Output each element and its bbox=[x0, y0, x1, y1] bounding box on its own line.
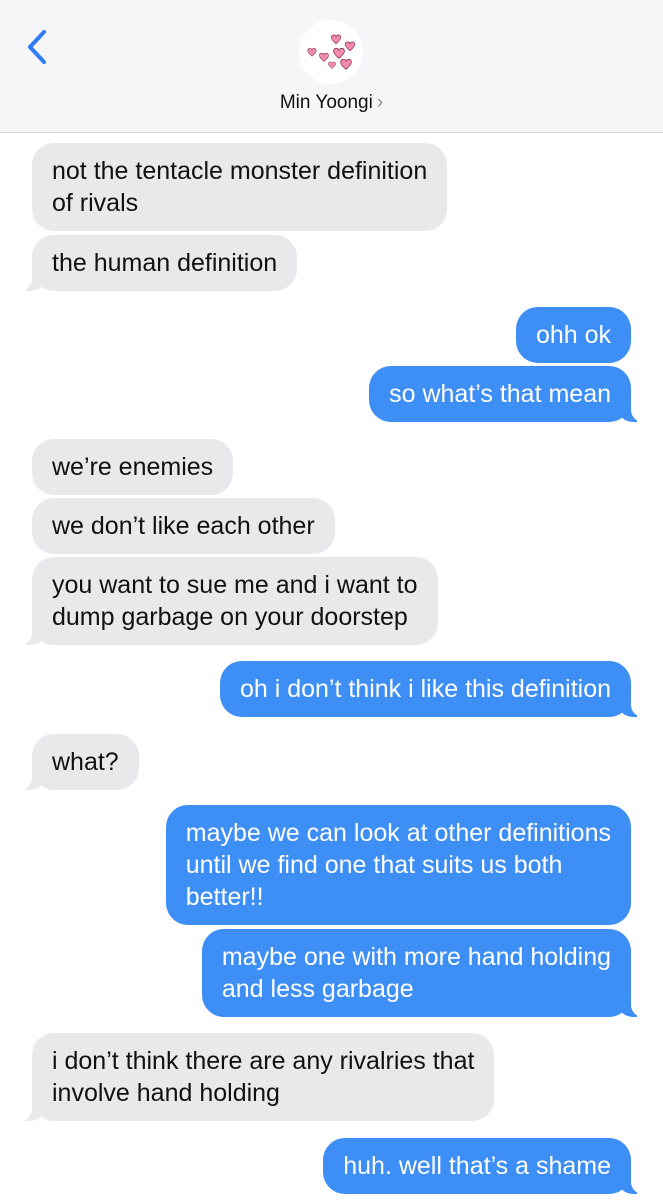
pink-hearts-icon bbox=[307, 34, 356, 70]
message-text: oh i don’t think i like this definition bbox=[239, 675, 611, 703]
message-text: huh. well that’s a shame bbox=[343, 1152, 611, 1180]
message-bubble-received: the human definition bbox=[17, 235, 298, 291]
message-bubble-received: we’re enemies bbox=[32, 439, 234, 495]
message-bubble-sent: so what’s that mean bbox=[369, 366, 645, 422]
chevron-left-icon bbox=[28, 30, 46, 64]
message-bubble-received: not the tentacle monster definition of r… bbox=[32, 143, 448, 231]
message-text: you want to sue me and i want to dump ga… bbox=[52, 571, 418, 631]
message-text: ohh ok bbox=[535, 321, 611, 349]
message-text: maybe we can look at other definitions u… bbox=[185, 819, 611, 911]
message-text: i don’t think there are any rivalries th… bbox=[52, 1047, 475, 1107]
message-text: we’re enemies bbox=[52, 453, 214, 481]
message-bubble-received: we don’t like each other bbox=[32, 498, 335, 554]
message-text: not the tentacle monster definition of r… bbox=[52, 157, 428, 217]
message-bubble-received: i don’t think there are any rivalries th… bbox=[17, 1033, 495, 1121]
message-text: so what’s that mean bbox=[389, 380, 611, 408]
message-bubble-received: you want to sue me and i want to dump ga… bbox=[18, 557, 438, 645]
message-text: we don’t like each other bbox=[52, 512, 315, 540]
message-bubble-sent: maybe one with more hand holding and les… bbox=[201, 929, 646, 1017]
message-text: maybe one with more hand holding and les… bbox=[221, 943, 611, 1003]
message-bubble-sent: oh i don’t think i like this definition bbox=[219, 661, 646, 717]
contact-name: Min Yoongi bbox=[279, 92, 373, 113]
chevron-right-icon: › bbox=[376, 92, 384, 113]
message-text: the human definition bbox=[52, 249, 278, 277]
avatar[interactable] bbox=[299, 20, 363, 84]
message-bubble-sent: ohh ok bbox=[515, 307, 631, 363]
message-bubble-received: what? bbox=[18, 734, 139, 790]
message-text: what? bbox=[52, 748, 119, 776]
conversation-header: Min Yoongi › bbox=[0, 0, 663, 133]
message-bubble-sent: maybe we can look at other definitions u… bbox=[165, 805, 631, 925]
message-bubble-sent: huh. well that’s a shame bbox=[323, 1138, 645, 1194]
back-button[interactable] bbox=[18, 22, 58, 72]
contact-name-button[interactable]: Min Yoongi › bbox=[0, 92, 663, 114]
